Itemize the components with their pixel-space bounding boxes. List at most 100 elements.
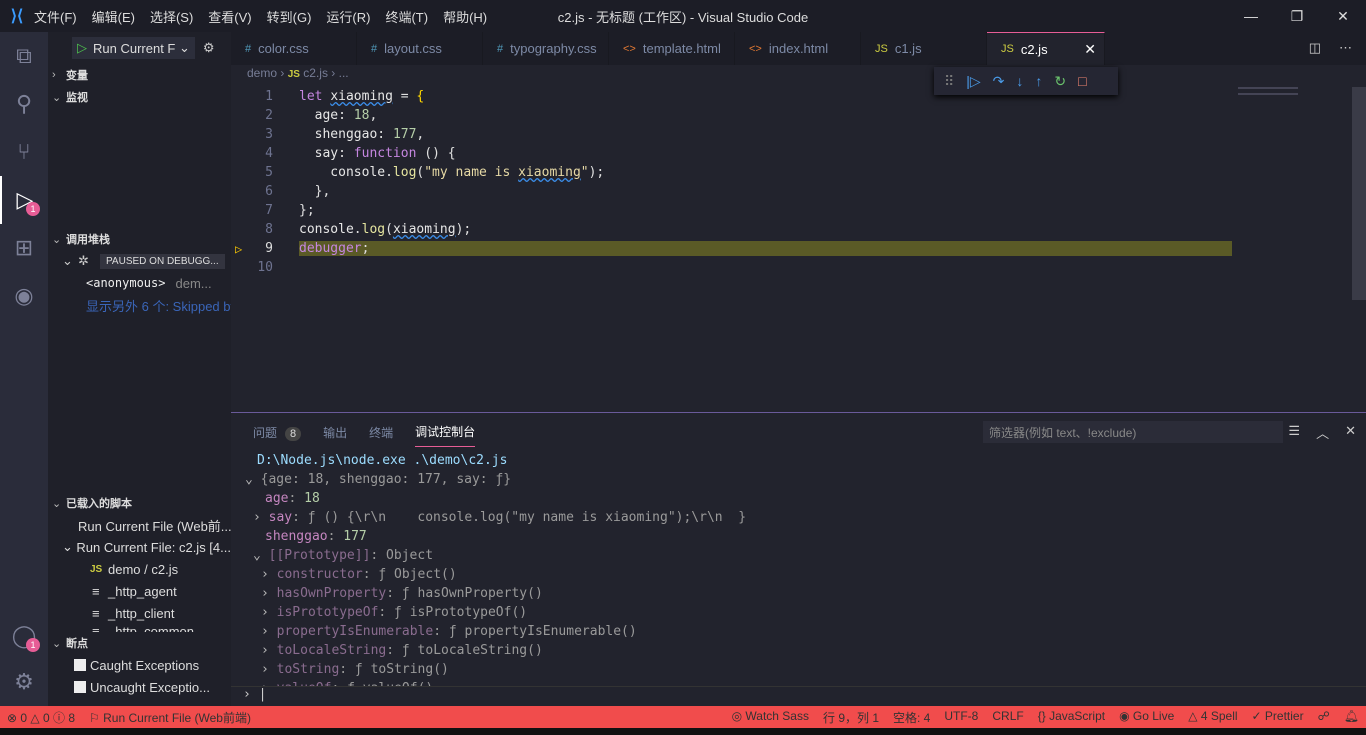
- script-item[interactable]: JS demo / c2.js: [48, 558, 231, 580]
- breadcrumb-symbol[interactable]: ...: [339, 66, 349, 80]
- problems-status[interactable]: ⊗ 0 △ 0 ⓘ 8: [7, 709, 75, 726]
- run-debug-icon[interactable]: ▷ 1: [0, 176, 48, 224]
- breadcrumb-file[interactable]: c2.js: [303, 66, 328, 80]
- tab-terminal[interactable]: 终端: [369, 424, 393, 441]
- split-editor-icon[interactable]: ◫: [1309, 40, 1321, 56]
- tab-c2-js[interactable]: JS c2.js ✕: [987, 32, 1105, 65]
- breadcrumb-folder[interactable]: demo: [247, 66, 277, 80]
- close-tab-icon[interactable]: ✕: [1084, 41, 1096, 58]
- caught-exceptions-checkbox[interactable]: Caught Exceptions: [48, 654, 231, 676]
- chevron-icon[interactable]: ›: [261, 586, 277, 601]
- console-line[interactable]: › constructor: ƒ Object(): [245, 565, 1366, 584]
- code-editor[interactable]: 1 let xiaoming = {2 age: 18, 3 shenggao: 1…: [231, 87, 1351, 277]
- drag-handle-icon[interactable]: ⠿: [944, 73, 954, 90]
- chevron-icon[interactable]: ›: [261, 624, 277, 639]
- debug-settings-gear-icon[interactable]: ⚙: [203, 40, 215, 56]
- tab-problems[interactable]: 问题 8: [253, 424, 302, 441]
- console-line[interactable]: ⌄ {age: 18, shenggao: 177, say: ƒ}: [245, 470, 1366, 489]
- settings-gear-icon[interactable]: ⚙: [0, 658, 48, 706]
- end-of-line[interactable]: CRLF: [992, 709, 1023, 726]
- account-icon[interactable]: ◯ 1: [0, 612, 48, 660]
- console-line[interactable]: › say: ƒ () {\r\n console.log("my name i…: [245, 508, 1366, 527]
- menu-item[interactable]: 选择(S): [150, 10, 193, 25]
- spell-status[interactable]: △ 4 Spell: [1188, 709, 1237, 726]
- script-item[interactable]: Run Current File (Web前...: [48, 514, 231, 536]
- console-line[interactable]: › toString: ƒ toString(): [245, 660, 1366, 679]
- maximize-icon[interactable]: ❐: [1274, 0, 1320, 32]
- tab-typography-css[interactable]: # typography.css: [483, 32, 609, 65]
- edge-icon[interactable]: ◉: [0, 272, 48, 320]
- more-actions-icon[interactable]: ⋯: [1339, 40, 1352, 56]
- chevron-icon[interactable]: ›: [261, 605, 277, 620]
- watch-sass-status[interactable]: ◎ Watch Sass: [732, 709, 809, 726]
- section-loaded-scripts[interactable]: ⌄ 已载入的脚本: [48, 492, 231, 514]
- script-item[interactable]: ≡ _http_agent: [48, 580, 231, 602]
- console-line[interactable]: › hasOwnProperty: ƒ hasOwnProperty(): [245, 584, 1366, 603]
- tab-c1-js[interactable]: JS c1.js: [861, 32, 987, 65]
- cursor-position[interactable]: 行 9，列 1: [823, 709, 879, 726]
- section-breakpoints[interactable]: ⌄ 断点: [48, 632, 231, 654]
- indentation[interactable]: 空格: 4: [893, 709, 930, 726]
- prettier-status[interactable]: ✓ Prettier: [1252, 709, 1304, 726]
- console-input[interactable]: › |: [231, 686, 1366, 706]
- menu-item[interactable]: 转到(G): [267, 10, 312, 25]
- feedback-icon[interactable]: ☍: [1318, 709, 1330, 726]
- menu-item[interactable]: 运行(R): [326, 10, 370, 25]
- show-more-frames-link[interactable]: 显示另外 6 个: Skipped by: [48, 294, 231, 316]
- clear-console-icon[interactable]: ☰: [1288, 423, 1300, 442]
- console-line[interactable]: ⌄ [[Prototype]]: Object: [245, 546, 1366, 565]
- continue-icon[interactable]: |▷: [966, 73, 980, 90]
- callstack-frame[interactable]: <anonymous> dem...: [48, 272, 231, 294]
- close-panel-icon[interactable]: ✕: [1345, 423, 1356, 442]
- callstack-session[interactable]: ⌄ ✲ PAUSED ON DEBUGG...: [48, 250, 231, 272]
- restart-icon[interactable]: ↻: [1054, 73, 1066, 90]
- uncaught-exceptions-checkbox[interactable]: Uncaught Exceptio...: [48, 676, 231, 698]
- console-filter-input[interactable]: 筛选器(例如 text、!exclude): [983, 421, 1283, 443]
- chevron-icon[interactable]: ›: [261, 662, 277, 677]
- section-variables[interactable]: › 变量: [48, 64, 231, 86]
- language-mode[interactable]: {} JavaScript: [1038, 709, 1105, 726]
- chevron-icon[interactable]: ›: [253, 510, 269, 525]
- go-live[interactable]: ◉ Go Live: [1119, 709, 1174, 726]
- encoding[interactable]: UTF-8: [944, 709, 978, 726]
- step-out-icon[interactable]: ↑: [1035, 73, 1042, 89]
- tab-index-html[interactable]: <> index.html: [735, 32, 861, 65]
- tab-color-css[interactable]: # color.css: [231, 32, 357, 65]
- menu-item[interactable]: 文件(F): [34, 10, 77, 25]
- console-line[interactable]: › toLocaleString: ƒ toLocaleString(): [245, 641, 1366, 660]
- run-config-select[interactable]: ▷ Run Current F ⌄: [72, 37, 195, 59]
- maximize-panel-icon[interactable]: ︿: [1316, 423, 1329, 442]
- chevron-icon[interactable]: ⌄: [253, 548, 269, 563]
- section-watch[interactable]: ⌄ 监视: [48, 86, 231, 108]
- tab-template-html[interactable]: <> template.html: [609, 32, 735, 65]
- script-item[interactable]: ≡ _http_common: [48, 624, 231, 632]
- search-icon[interactable]: ⚲: [0, 80, 48, 128]
- minimap[interactable]: [1238, 87, 1298, 107]
- menu-item[interactable]: 终端(T): [385, 10, 428, 25]
- tab-debug-console[interactable]: 调试控制台: [415, 417, 476, 447]
- close-window-icon[interactable]: ✕: [1320, 0, 1366, 32]
- section-callstack[interactable]: ⌄ 调用堆栈: [48, 228, 231, 250]
- menu-item[interactable]: 编辑(E): [92, 10, 135, 25]
- minimize-icon[interactable]: —: [1228, 0, 1274, 32]
- chevron-icon[interactable]: ›: [261, 567, 277, 582]
- notifications-bell-icon[interactable]: 🔔︎: [1344, 709, 1359, 726]
- tab-layout-css[interactable]: # layout.css: [357, 32, 483, 65]
- console-line[interactable]: › propertyIsEnumerable: ƒ propertyIsEnum…: [245, 622, 1366, 641]
- step-over-icon[interactable]: ↷: [993, 73, 1005, 90]
- source-control-icon[interactable]: ⑂: [0, 128, 48, 176]
- extensions-icon[interactable]: ⊞: [0, 224, 48, 272]
- script-item[interactable]: ≡ _http_client: [48, 602, 231, 624]
- script-item[interactable]: ⌄ Run Current File: c2.js [4...: [48, 536, 231, 558]
- chevron-icon[interactable]: ›: [261, 643, 277, 658]
- launch-config-status[interactable]: ⚐ Run Current File (Web前端): [89, 709, 251, 726]
- tab-output[interactable]: 输出: [323, 424, 347, 441]
- menu-item[interactable]: 查看(V): [208, 10, 251, 25]
- step-into-icon[interactable]: ↓: [1016, 73, 1023, 89]
- console-line[interactable]: › isPrototypeOf: ƒ isPrototypeOf(): [245, 603, 1366, 622]
- menu-item[interactable]: 帮助(H): [443, 10, 487, 25]
- stop-icon[interactable]: □: [1078, 73, 1086, 89]
- chevron-icon[interactable]: ⌄: [245, 472, 261, 487]
- editor-scrollbar[interactable]: [1352, 87, 1366, 300]
- explorer-icon[interactable]: ⧉: [0, 32, 48, 80]
